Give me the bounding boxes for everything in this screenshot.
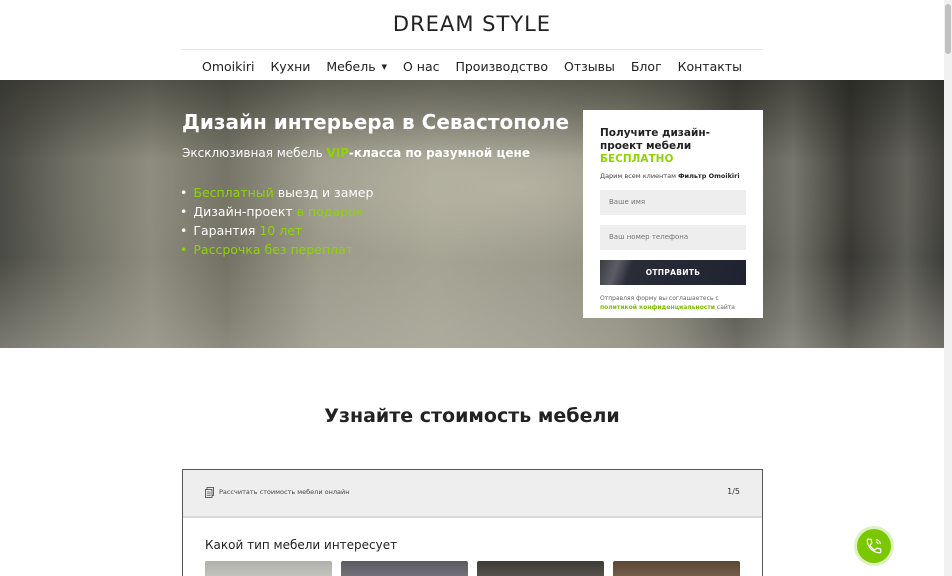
form-title-text: Получите дизайн-проект мебели xyxy=(600,127,710,152)
benefit-item: Бесплатный выезд и замер xyxy=(180,183,373,202)
form-title: Получите дизайн-проект мебели БЕСПЛАТНО xyxy=(600,127,746,166)
quiz-options xyxy=(205,561,740,576)
page-scrollbar[interactable] xyxy=(944,0,952,576)
benefit-item: Рассрочка без переплат xyxy=(180,240,373,259)
benefit-text: Дизайн-проект xyxy=(193,204,297,219)
privacy-policy-link[interactable]: политикой конфиденциальности xyxy=(600,304,715,311)
nav-item-production[interactable]: Производство xyxy=(455,59,548,74)
hero-subtitle: Эксклюзивная мебель VIP-класса по разумн… xyxy=(182,146,530,160)
nav-item-furniture[interactable]: Мебель ▼ xyxy=(326,59,387,74)
form-title-accent: БЕСПЛАТНО xyxy=(600,153,674,165)
main-nav: Omoikiri Кухни Мебель ▼ О нас Производств… xyxy=(182,52,762,80)
privacy-note: Отправляя форму вы соглашаетесь с полити… xyxy=(600,295,746,312)
nav-item-blog[interactable]: Блог xyxy=(631,59,662,74)
nav-item-reviews[interactable]: Отзывы xyxy=(564,59,615,74)
quiz-option-card[interactable] xyxy=(341,561,468,576)
quiz-option-card[interactable] xyxy=(205,561,332,576)
scrollbar-thumb[interactable] xyxy=(945,4,951,54)
benefit-item: Гарантия 10 лет xyxy=(180,221,373,240)
section-title: Узнайте стоимость мебели xyxy=(324,405,620,427)
hero-subtitle-pre: Эксклюзивная мебель xyxy=(182,146,327,160)
callback-button[interactable] xyxy=(857,529,891,563)
caret-down-icon: ▼ xyxy=(381,62,387,71)
header-divider xyxy=(182,49,762,50)
price-quiz: Рассчитать стоимость мебели онлайн 1/5 К… xyxy=(182,469,763,576)
nav-item-kitchens[interactable]: Кухни xyxy=(270,59,310,74)
form-gift-product: Фильтр Omoikiri xyxy=(678,172,740,180)
design-request-form: Получите дизайн-проект мебели БЕСПЛАТНО … xyxy=(583,110,763,318)
quiz-option-card[interactable] xyxy=(613,561,740,576)
privacy-text: Отправляя форму вы соглашаетесь с xyxy=(600,295,719,302)
privacy-text-end: сайта xyxy=(715,303,735,311)
form-gift-text: Дарим всем клиентам xyxy=(600,172,679,180)
nav-item-furniture-label: Мебель xyxy=(326,58,376,74)
nav-item-about[interactable]: О нас xyxy=(403,59,440,74)
nav-item-contacts[interactable]: Контакты xyxy=(678,59,742,74)
benefit-accent: 10 лет xyxy=(259,223,303,238)
phone-input[interactable] xyxy=(600,225,746,250)
benefit-accent: Рассрочка без переплат xyxy=(193,242,354,257)
site-header: DREAM STYLE Omoikiri Кухни Мебель ▼ О нас… xyxy=(0,0,944,80)
quiz-option-card[interactable] xyxy=(477,561,604,576)
quiz-step-counter: 1/5 xyxy=(727,487,740,496)
benefit-accent: в подарок xyxy=(296,204,364,219)
hero-subtitle-vip: VIP xyxy=(326,146,349,160)
hero-banner: Дизайн интерьера в Севастополе Эксклюзив… xyxy=(0,80,944,348)
benefits-list: Бесплатный выезд и замер Дизайн-проект в… xyxy=(180,183,373,259)
hero-title: Дизайн интерьера в Севастополе xyxy=(182,110,570,134)
benefit-item: Дизайн-проект в подарок xyxy=(180,202,373,221)
quiz-header: Рассчитать стоимость мебели онлайн 1/5 xyxy=(183,470,762,518)
quiz-question: Какой тип мебели интересует xyxy=(205,538,398,552)
benefit-text: выезд и замер xyxy=(273,185,374,200)
logo[interactable]: DREAM STYLE xyxy=(0,12,944,36)
name-input[interactable] xyxy=(600,190,746,215)
document-icon xyxy=(205,487,214,498)
hero-subtitle-post: -класса по разумной цене xyxy=(348,146,530,160)
phone-icon xyxy=(866,538,882,554)
benefit-text: Гарантия xyxy=(193,223,260,238)
quiz-header-label: Рассчитать стоимость мебели онлайн xyxy=(219,488,350,496)
hero-shade-bottom xyxy=(0,258,944,348)
benefit-accent: Бесплатный xyxy=(193,185,274,200)
submit-button[interactable]: ОТПРАВИТЬ xyxy=(600,260,746,285)
form-gift-note: Дарим всем клиентам Фильтр Omoikiri xyxy=(600,172,746,180)
nav-item-omoikiri[interactable]: Omoikiri xyxy=(202,59,254,74)
